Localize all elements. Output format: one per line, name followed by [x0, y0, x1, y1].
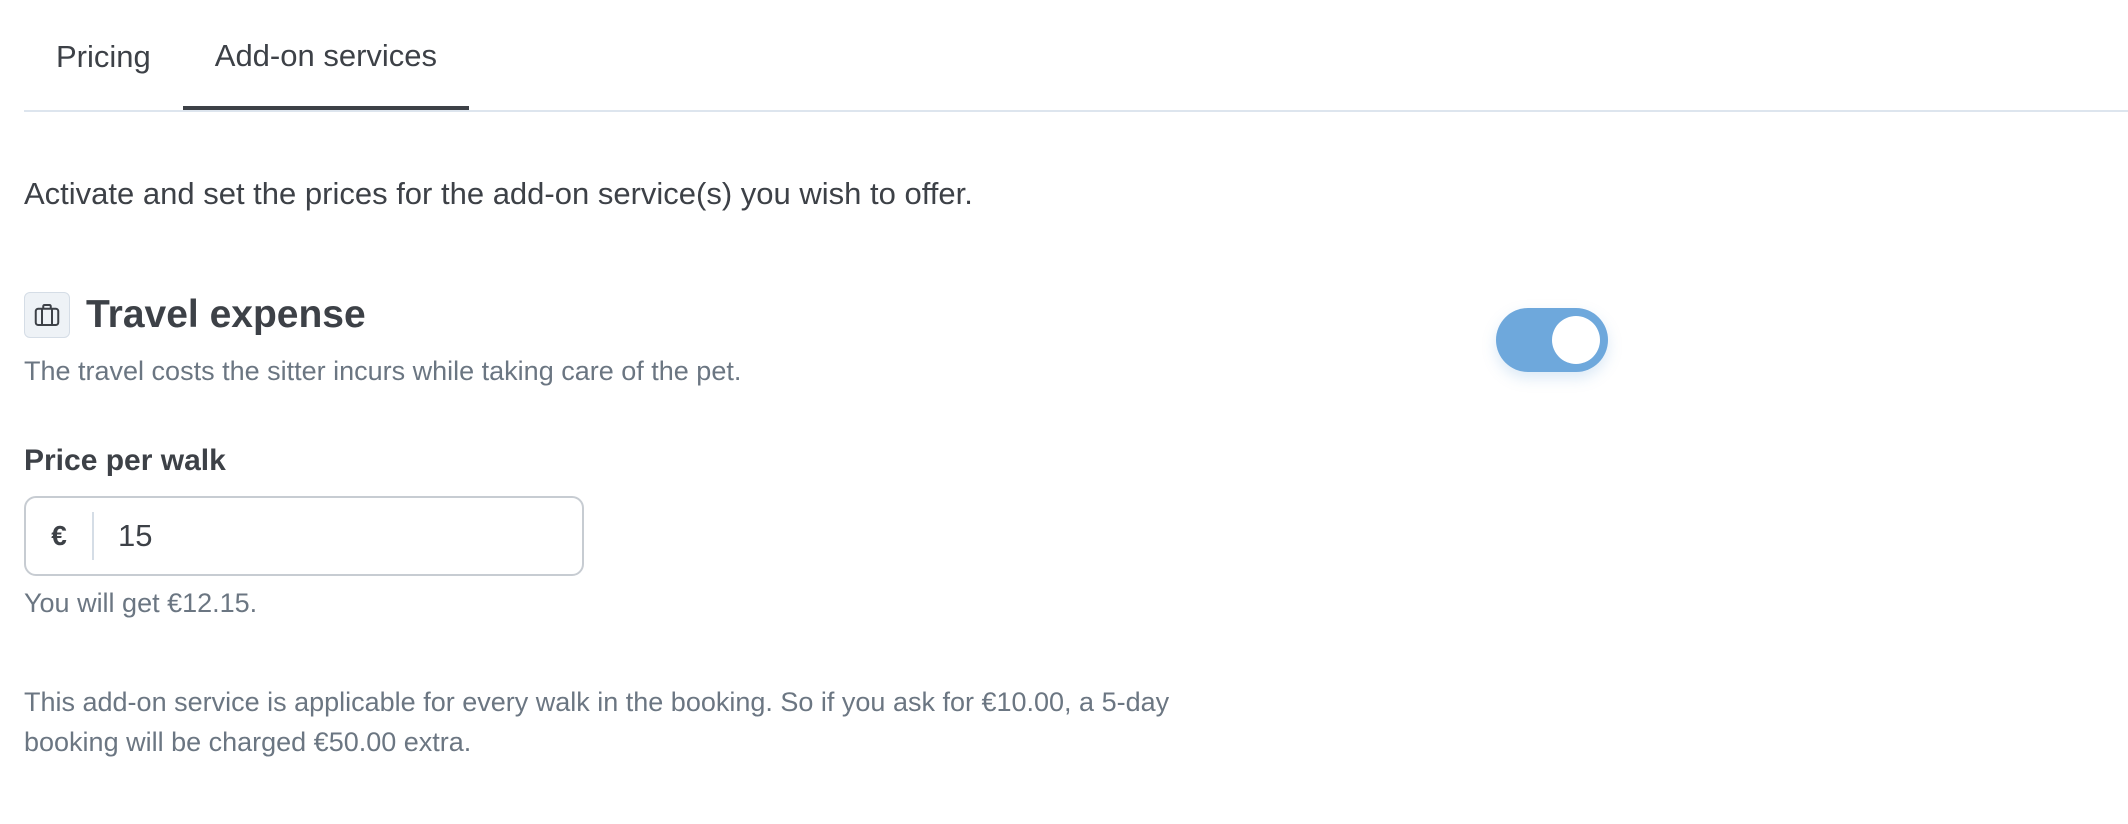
intro-text: Activate and set the prices for the add-…	[24, 176, 973, 211]
service-toggle[interactable]	[1496, 308, 1608, 372]
tab-bar: Pricing Add-on services	[24, 0, 2128, 112]
briefcase-icon	[24, 292, 70, 338]
info-note: This add-on service is applicable for ev…	[24, 687, 1170, 757]
currency-symbol: €	[26, 512, 94, 560]
page: Pricing Add-on services Activate and set…	[0, 0, 2128, 824]
earnings-note: You will get €12.15.	[24, 588, 258, 618]
price-input[interactable]	[94, 505, 582, 567]
service-header: Travel expense	[24, 292, 366, 338]
service-description: The travel costs the sitter incurs while…	[24, 356, 742, 386]
tab-pricing[interactable]: Pricing	[24, 2, 183, 110]
toggle-knob	[1552, 316, 1600, 364]
tab-add-on-services[interactable]: Add-on services	[182, 2, 470, 110]
service-title: Travel expense	[86, 293, 366, 336]
price-field: €	[24, 496, 584, 576]
price-field-label: Price per walk	[24, 444, 226, 477]
